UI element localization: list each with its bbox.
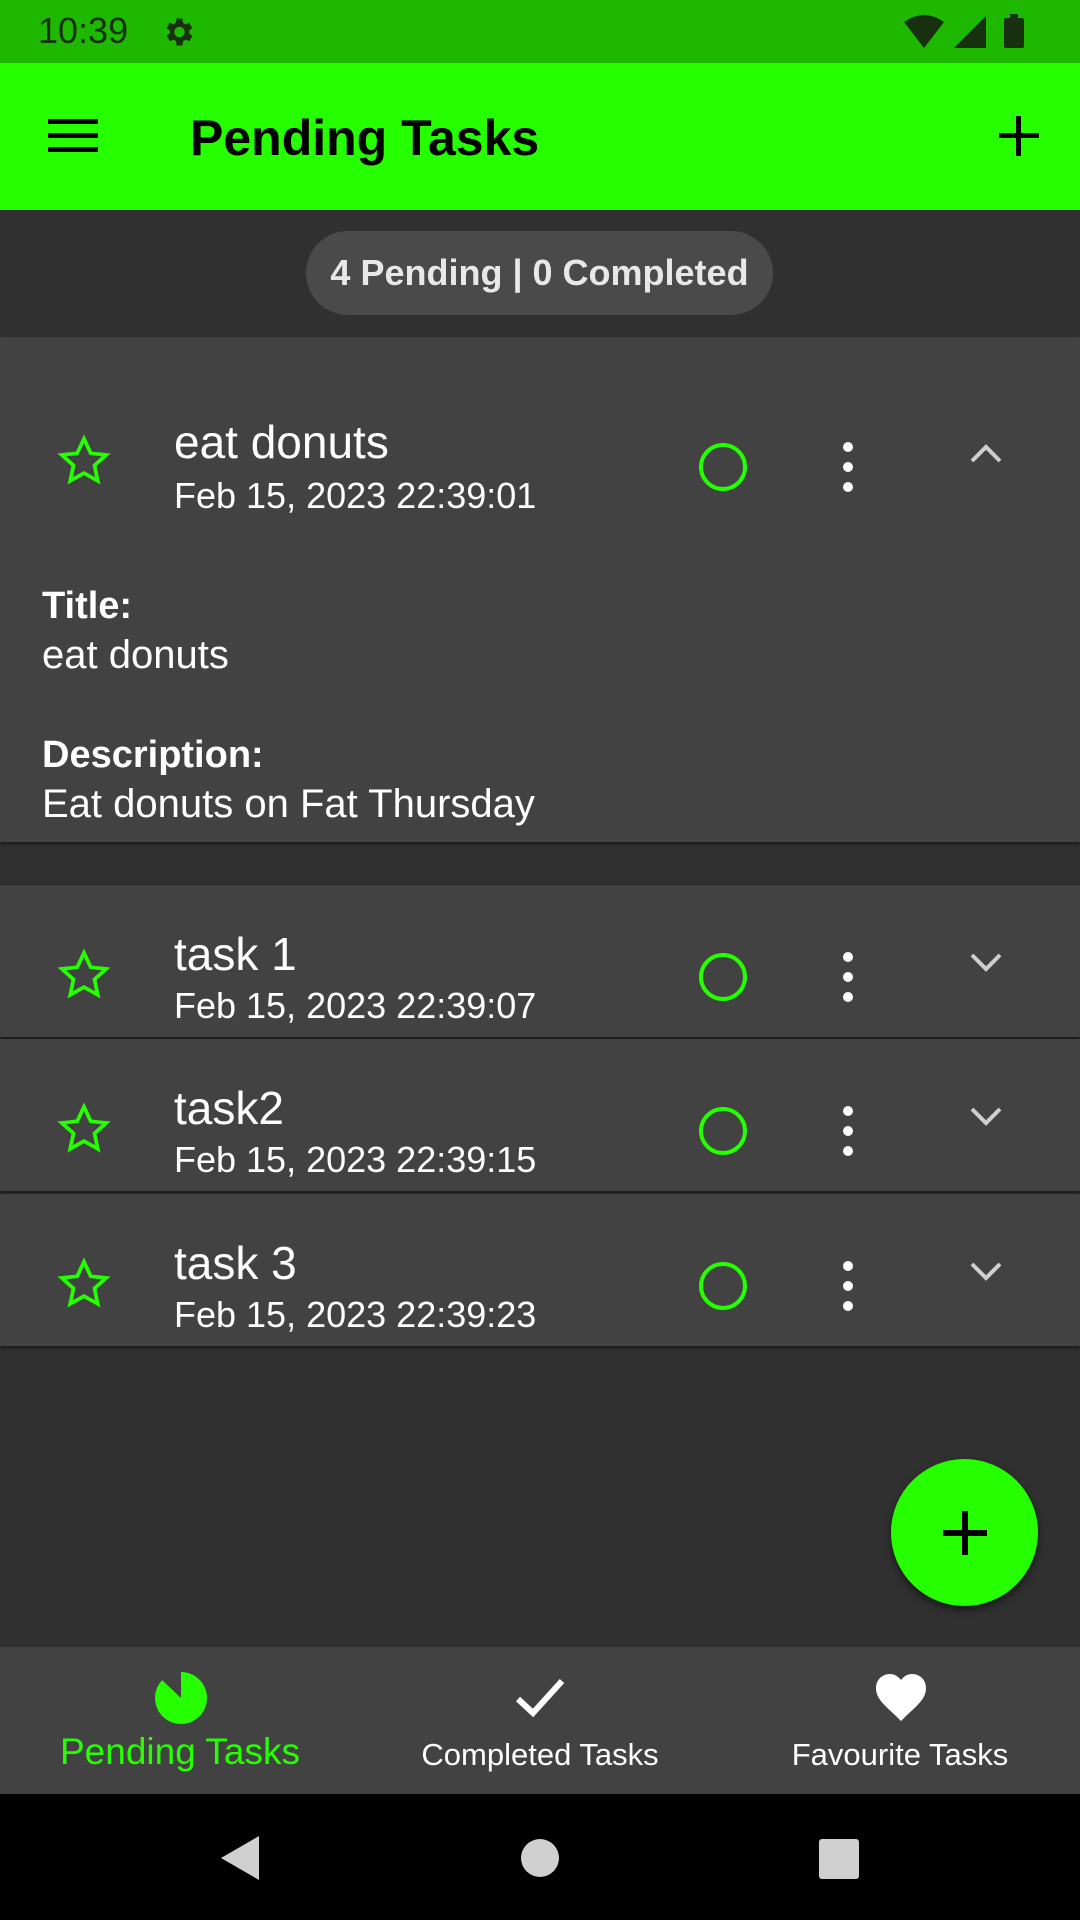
system-navigation-bar xyxy=(0,1794,1080,1920)
task-card[interactable]: task2 Feb 15, 2023 22:39:15 xyxy=(0,1039,1080,1191)
check-icon xyxy=(515,1678,565,1718)
task-title: task 3 xyxy=(174,1237,297,1289)
task-date: Feb 15, 2023 22:39:23 xyxy=(174,1294,537,1335)
add-icon[interactable] xyxy=(994,111,1044,161)
chevron-down-icon[interactable] xyxy=(964,941,1008,985)
detail-description-value: Eat donuts on Fat Thursday xyxy=(42,782,535,826)
nav-label: Completed Tasks xyxy=(421,1737,659,1772)
star-outline-icon[interactable] xyxy=(56,947,112,1003)
complete-circle-icon[interactable] xyxy=(697,1260,749,1312)
task-row[interactable]: task 3 Feb 15, 2023 22:39:23 xyxy=(0,1194,1080,1346)
signal-icon xyxy=(954,16,986,48)
more-vert-icon[interactable] xyxy=(830,1258,866,1314)
complete-circle-icon[interactable] xyxy=(697,951,749,1003)
detail-title-value: eat donuts xyxy=(42,633,229,677)
star-outline-icon[interactable] xyxy=(56,1256,112,1312)
back-icon[interactable] xyxy=(213,1830,269,1886)
menu-icon[interactable] xyxy=(48,115,98,157)
task-card[interactable]: task 3 Feb 15, 2023 22:39:23 xyxy=(0,1194,1080,1346)
task-card[interactable]: task 1 Feb 15, 2023 22:39:07 xyxy=(0,885,1080,1037)
task-date: Feb 15, 2023 22:39:01 xyxy=(174,475,537,516)
page-title: Pending Tasks xyxy=(190,110,540,166)
home-icon[interactable] xyxy=(512,1830,568,1886)
star-outline-icon[interactable] xyxy=(56,1101,112,1157)
star-outline-icon[interactable] xyxy=(56,433,112,489)
chevron-down-icon[interactable] xyxy=(964,1250,1008,1294)
status-time: 10:39 xyxy=(38,10,129,51)
chevron-down-icon[interactable] xyxy=(964,1095,1008,1139)
recents-icon[interactable] xyxy=(810,1830,866,1886)
task-title: eat donuts xyxy=(174,416,389,468)
task-row[interactable]: task 1 Feb 15, 2023 22:39:07 xyxy=(0,885,1080,1037)
task-row[interactable]: eat donuts Feb 15, 2023 22:39:01 xyxy=(0,397,1080,549)
more-vert-icon[interactable] xyxy=(830,949,866,1005)
nav-completed-tasks[interactable]: Completed Tasks xyxy=(360,1647,720,1794)
nav-pending-tasks[interactable]: Pending Tasks xyxy=(0,1647,360,1794)
detail-title-label: Title: xyxy=(42,585,133,627)
app-bar: Pending Tasks xyxy=(0,63,1080,210)
pie-icon xyxy=(155,1671,207,1724)
complete-circle-icon[interactable] xyxy=(697,1105,749,1157)
task-date: Feb 15, 2023 22:39:15 xyxy=(174,1139,537,1180)
task-card-expanded[interactable]: eat donuts Feb 15, 2023 22:39:01 Title: … xyxy=(0,337,1080,842)
status-icons xyxy=(904,14,1024,48)
task-date: Feb 15, 2023 22:39:07 xyxy=(174,985,537,1026)
more-vert-icon[interactable] xyxy=(830,1103,866,1159)
more-vert-icon[interactable] xyxy=(830,439,866,495)
complete-circle-icon[interactable] xyxy=(697,441,749,493)
nav-label: Favourite Tasks xyxy=(791,1737,1009,1772)
detail-description-label: Description: xyxy=(42,734,264,776)
nav-label: Pending Tasks xyxy=(60,1731,300,1772)
task-row[interactable]: task2 Feb 15, 2023 22:39:15 xyxy=(0,1039,1080,1191)
status-bar: 10:39 xyxy=(0,0,1080,63)
bottom-navigation: Pending Tasks Completed Tasks Favourite … xyxy=(0,1647,1080,1794)
task-counter-text: 4 Pending | 0 Completed xyxy=(330,252,749,293)
gear-icon xyxy=(166,18,193,46)
add-task-fab[interactable] xyxy=(891,1459,1038,1606)
task-counter-badge: 4 Pending | 0 Completed xyxy=(306,231,773,315)
task-title: task 1 xyxy=(174,928,297,980)
chevron-up-icon[interactable] xyxy=(964,431,1008,475)
heart-icon xyxy=(876,1674,926,1721)
wifi-icon xyxy=(904,15,944,48)
battery-icon xyxy=(1004,18,1024,48)
task-title: task2 xyxy=(174,1082,284,1134)
plus-icon xyxy=(943,1511,987,1555)
nav-favourite-tasks[interactable]: Favourite Tasks xyxy=(720,1647,1080,1794)
